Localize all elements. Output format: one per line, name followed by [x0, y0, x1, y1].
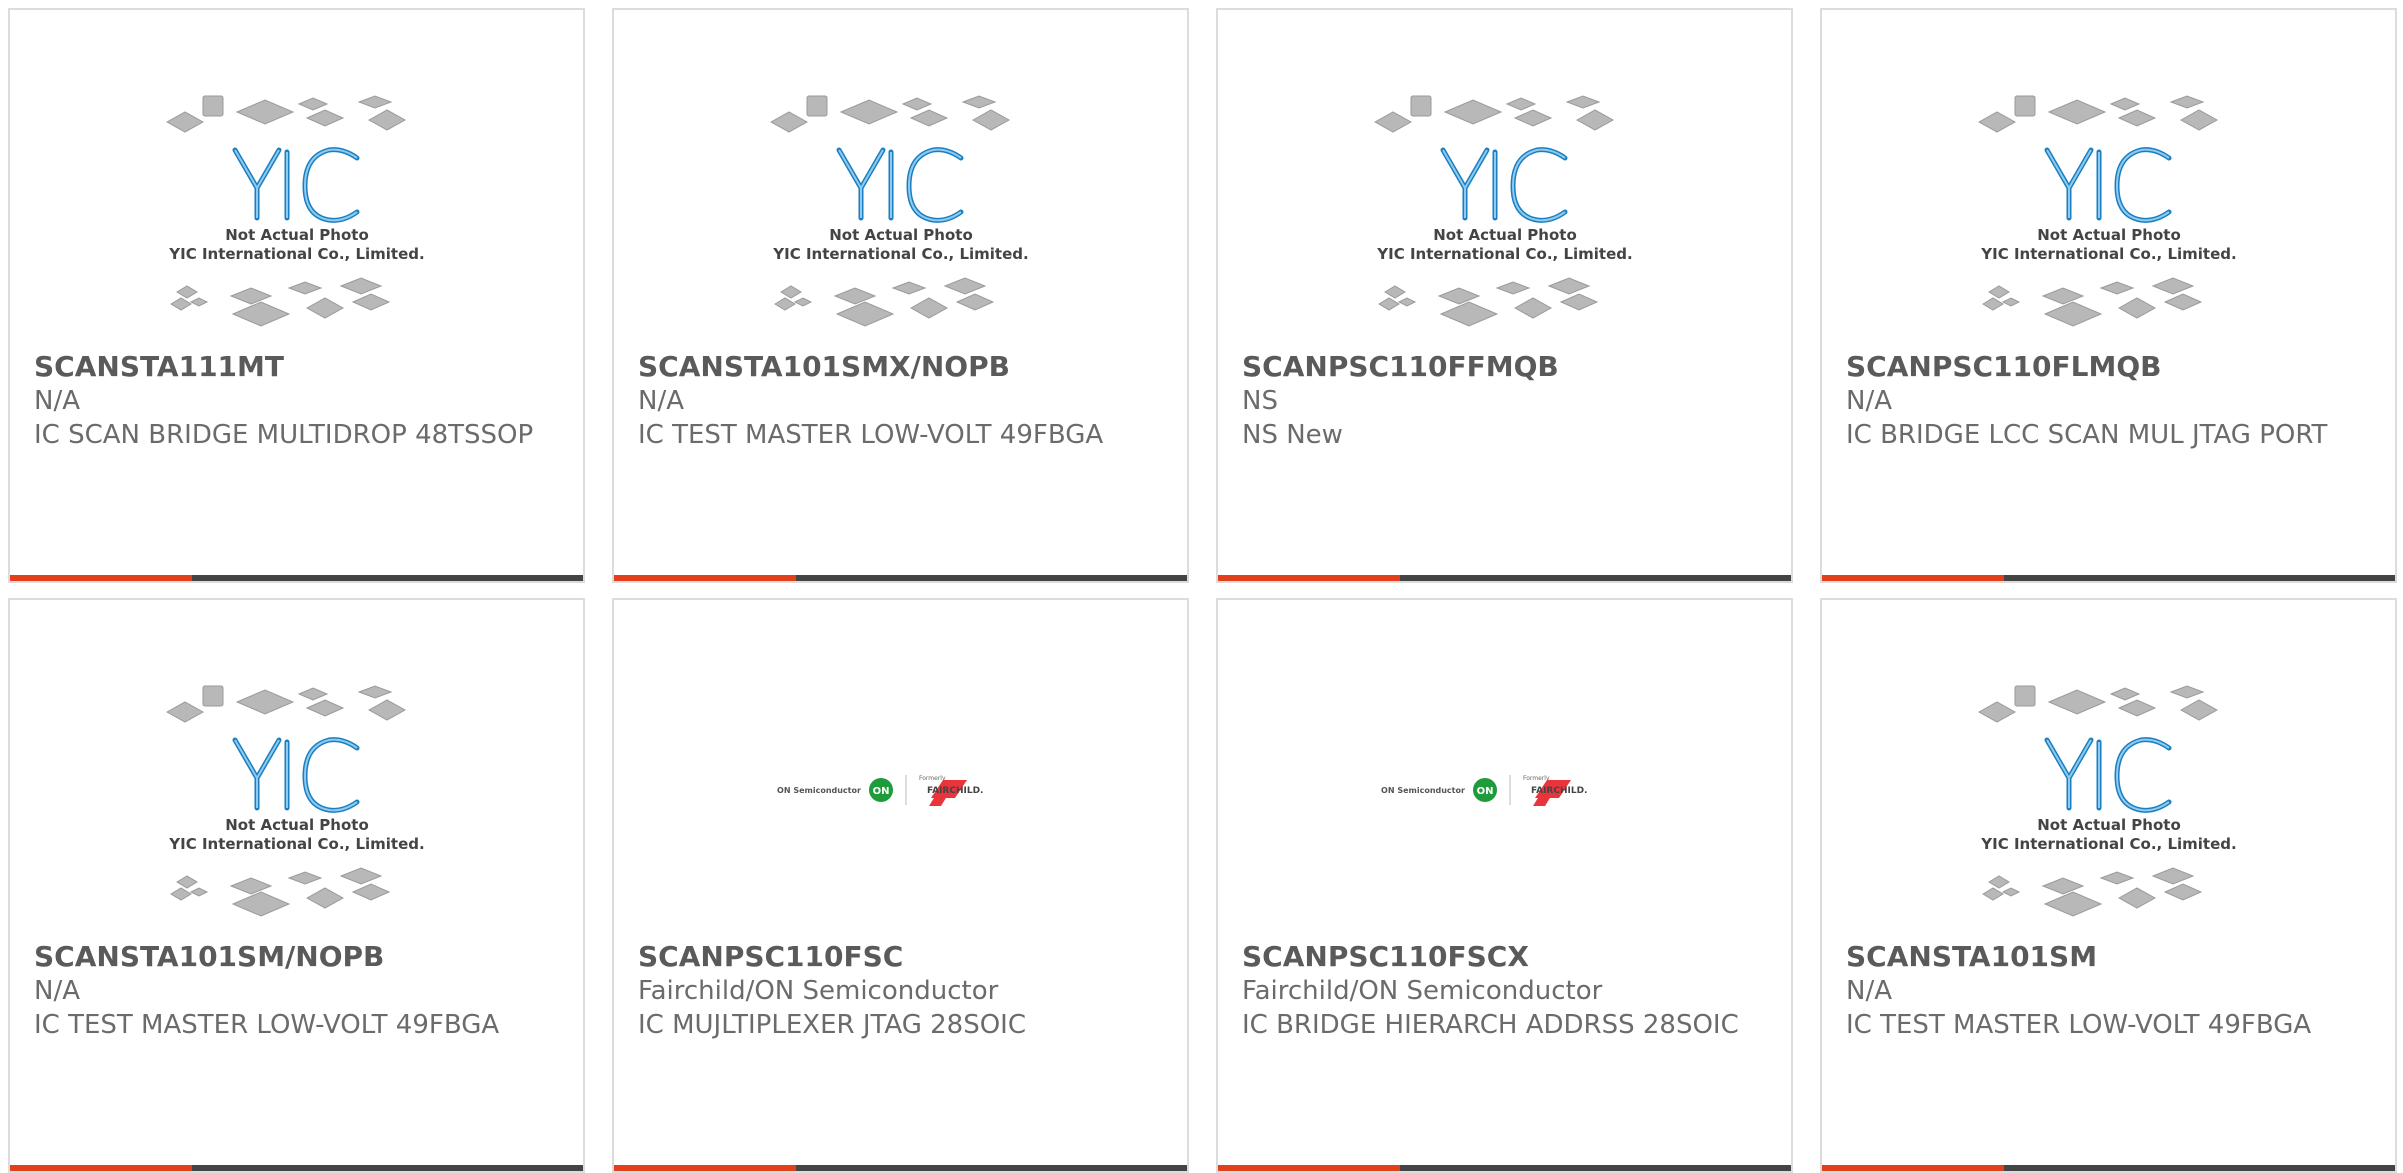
part-number-link[interactable]: SCANSTA101SMX/NOPB [638, 350, 1163, 384]
svg-text:ON: ON [872, 786, 889, 797]
yic-company-caption: YIC International Co., Limited. [772, 245, 1028, 263]
manufacturer-label: N/A [1846, 976, 1892, 1006]
card-accent-bar [10, 1165, 192, 1171]
manufacturer-label: N/A [34, 976, 80, 1006]
svg-text:ON Semiconductor: ON Semiconductor [1381, 786, 1465, 795]
yic-company-caption: YIC International Co., Limited. [1376, 245, 1632, 263]
svg-text:Formerly: Formerly [1523, 775, 1550, 782]
card-accent-bar [1822, 1165, 2004, 1171]
product-card[interactable]: Not Actual Photo YIC International Co., … [1820, 598, 2397, 1173]
product-image[interactable]: ON Semiconductor ON Formerly FAIRCHILD. [1218, 680, 1791, 945]
card-bottom-bar [614, 1165, 1187, 1171]
not-actual-photo-caption: Not Actual Photo [2037, 816, 2181, 834]
part-number-link[interactable]: SCANSTA101SM [1846, 940, 2371, 974]
yic-placeholder-icon: Not Actual Photo YIC International Co., … [1373, 95, 1632, 327]
on-fairchild-logo: ON Semiconductor ON Formerly FAIRCHILD. [777, 775, 983, 806]
yic-company-caption: YIC International Co., Limited. [168, 245, 424, 263]
part-number-link[interactable]: SCANPSC110FLMQB [1846, 350, 2371, 384]
product-card[interactable]: ON Semiconductor ON Formerly FAIRCHILD. … [1216, 598, 1793, 1173]
part-number-link[interactable]: SCANSTA111MT [34, 350, 559, 384]
product-card[interactable]: Not Actual Photo YIC International Co., … [1820, 8, 2397, 583]
not-actual-photo-caption: Not Actual Photo [2037, 226, 2181, 244]
product-card[interactable]: Not Actual Photo YIC International Co., … [612, 8, 1189, 583]
card-accent-bar [10, 575, 192, 581]
product-info: SCANSTA101SMX/NOPB N/A IC TEST MASTER LOW-… [638, 350, 1163, 452]
manufacturer-label: N/A [1846, 386, 1892, 416]
card-bottom-bar [1218, 575, 1791, 581]
yic-placeholder-icon: Not Actual Photo YIC International Co., … [165, 685, 424, 917]
product-card[interactable]: ON Semiconductor ON Formerly FAIRCHILD. … [612, 598, 1189, 1173]
manufacturer-label: Fairchild/ON Semiconductor [1242, 976, 1603, 1006]
description-label: IC SCAN BRIDGE MULTIDROP 48TSSOP [34, 420, 534, 450]
yic-placeholder-icon: Not Actual Photo YIC International Co., … [769, 95, 1028, 327]
description-label: IC BRIDGE LCC SCAN MUL JTAG PORT [1846, 420, 2328, 450]
product-image[interactable]: Not Actual Photo YIC International Co., … [1822, 90, 2395, 355]
product-card[interactable]: Not Actual Photo YIC International Co., … [8, 598, 585, 1173]
manufacturer-label: N/A [638, 386, 684, 416]
card-bottom-bar [614, 575, 1187, 581]
product-info: SCANSTA101SM/NOPB N/A IC TEST MASTER LOW-V… [34, 940, 559, 1042]
not-actual-photo-caption: Not Actual Photo [225, 226, 369, 244]
not-actual-photo-caption: Not Actual Photo [829, 226, 973, 244]
part-number-link[interactable]: SCANPSC110FSCX [1242, 940, 1767, 974]
svg-text:FAIRCHILD.: FAIRCHILD. [927, 786, 983, 796]
product-card[interactable]: Not Actual Photo YIC International Co., … [8, 8, 585, 583]
product-image[interactable]: ON Semiconductor ON Formerly FAIRCHILD. [614, 680, 1187, 945]
card-bottom-bar [1822, 1165, 2395, 1171]
yic-placeholder-icon: Not Actual Photo YIC International Co., … [1977, 685, 2236, 917]
svg-text:Formerly: Formerly [919, 775, 946, 782]
yic-company-caption: YIC International Co., Limited. [1980, 835, 2236, 853]
part-number-link[interactable]: SCANPSC110FSC [638, 940, 1163, 974]
card-accent-bar [614, 1165, 796, 1171]
product-image[interactable]: Not Actual Photo YIC International Co., … [1822, 680, 2395, 945]
product-image[interactable]: Not Actual Photo YIC International Co., … [614, 90, 1187, 355]
product-info: SCANPSC110FLMQB N/A IC BRIDGE LCC SCAN MUL… [1846, 350, 2371, 452]
description-label: IC BRIDGE HIERARCH ADDRSS 28SOIC [1242, 1010, 1739, 1040]
not-actual-photo-caption: Not Actual Photo [225, 816, 369, 834]
description-label: IC TEST MASTER LOW-VOLT 49FBGA [34, 1010, 500, 1040]
product-card[interactable]: Not Actual Photo YIC International Co., … [1216, 8, 1793, 583]
product-info: SCANPSC110FFMQB NS NS New [1242, 350, 1767, 452]
svg-text:ON Semiconductor: ON Semiconductor [777, 786, 861, 795]
yic-placeholder-icon: Not Actual Photo YIC International Co., … [165, 95, 424, 327]
not-actual-photo-caption: Not Actual Photo [1433, 226, 1577, 244]
description-label: NS New [1242, 420, 1343, 450]
manufacturer-label: NS [1242, 386, 1278, 416]
product-grid: Not Actual Photo YIC International Co., … [8, 8, 2397, 1173]
product-info: SCANSTA101SM N/A IC TEST MASTER LOW-VOLT 4… [1846, 940, 2371, 1042]
yic-company-caption: YIC International Co., Limited. [1980, 245, 2236, 263]
svg-text:ON: ON [1476, 786, 1493, 797]
card-bottom-bar [1218, 1165, 1791, 1171]
yic-placeholder-icon: Not Actual Photo YIC International Co., … [1977, 95, 2236, 327]
card-accent-bar [614, 575, 796, 581]
product-info: SCANSTA111MT N/A IC SCAN BRIDGE MULTIDROP … [34, 350, 559, 452]
description-label: IC MUJLTIPLEXER JTAG 28SOIC [638, 1010, 1026, 1040]
card-accent-bar [1822, 575, 2004, 581]
on-fairchild-logo: ON Semiconductor ON Formerly FAIRCHILD. [1381, 775, 1587, 806]
card-bottom-bar [10, 575, 583, 581]
description-label: IC TEST MASTER LOW-VOLT 49FBGA [1846, 1010, 2312, 1040]
product-image[interactable]: Not Actual Photo YIC International Co., … [1218, 90, 1791, 355]
card-bottom-bar [1822, 575, 2395, 581]
product-info: SCANPSC110FSCX Fairchild/ON Semiconductor… [1242, 940, 1767, 1042]
product-image[interactable]: Not Actual Photo YIC International Co., … [10, 90, 583, 355]
manufacturer-label: Fairchild/ON Semiconductor [638, 976, 999, 1006]
part-number-link[interactable]: SCANSTA101SM/NOPB [34, 940, 559, 974]
card-accent-bar [1218, 1165, 1400, 1171]
card-accent-bar [1218, 575, 1400, 581]
description-label: IC TEST MASTER LOW-VOLT 49FBGA [638, 420, 1104, 450]
product-info: SCANPSC110FSC Fairchild/ON Semiconductor I… [638, 940, 1163, 1042]
svg-text:FAIRCHILD.: FAIRCHILD. [1531, 786, 1587, 796]
product-image[interactable]: Not Actual Photo YIC International Co., … [10, 680, 583, 945]
card-bottom-bar [10, 1165, 583, 1171]
part-number-link[interactable]: SCANPSC110FFMQB [1242, 350, 1767, 384]
yic-company-caption: YIC International Co., Limited. [168, 835, 424, 853]
manufacturer-label: N/A [34, 386, 80, 416]
